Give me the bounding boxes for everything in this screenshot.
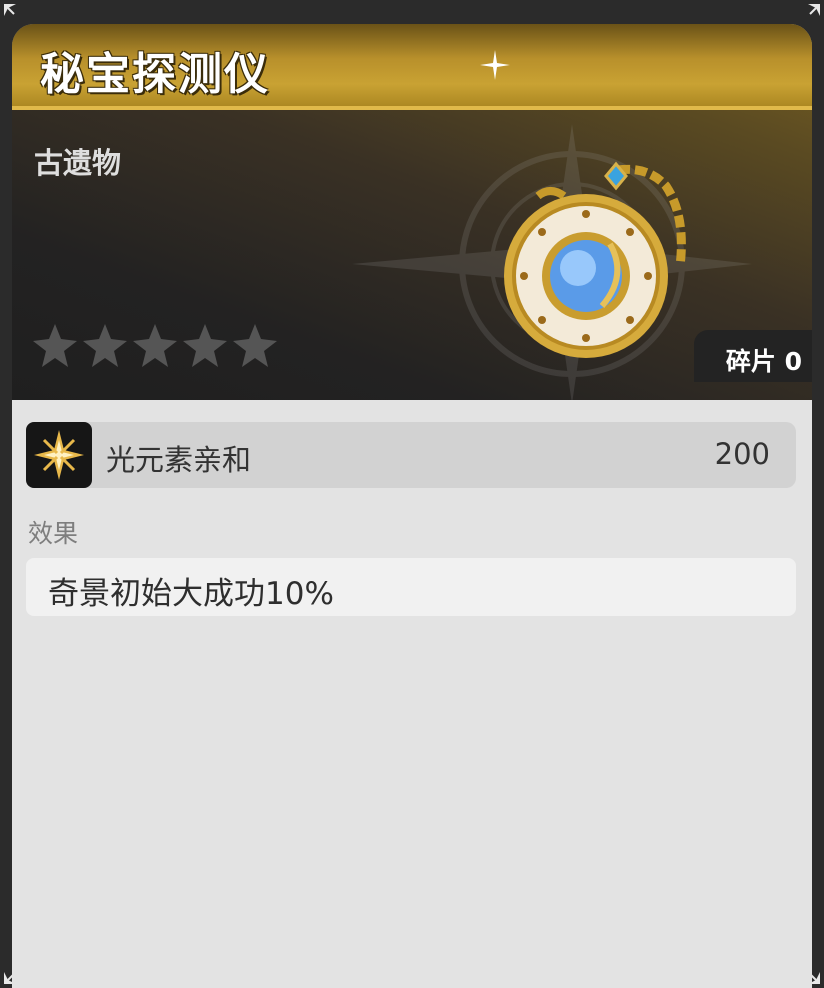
star-empty-icon: [233, 324, 277, 367]
fragment-count: 碎片 0: [725, 347, 802, 376]
attribute-row[interactable]: 光元素亲和 200: [26, 422, 796, 488]
attribute-value: 200: [714, 437, 770, 471]
light-element-icon-frame: [26, 422, 92, 488]
fragment-count-badge: 碎片 0: [694, 330, 812, 382]
pocket-watch-icon: [504, 161, 686, 358]
star-empty-icon: [133, 324, 177, 367]
attribute-label: 光元素亲和: [106, 443, 252, 477]
effect-text: 奇景初始大成功10%: [48, 576, 334, 612]
effect-box: 奇景初始大成功10%: [26, 558, 796, 616]
title-bar: 秘宝探测仪: [12, 24, 812, 110]
light-element-star-icon: [34, 430, 84, 480]
item-name: 秘宝探测仪: [40, 49, 270, 100]
star-rating: [32, 322, 278, 368]
sparkle-icon: [480, 50, 510, 80]
star-empty-icon: [183, 324, 227, 367]
star-empty-icon: [33, 324, 77, 367]
effect-section-label: 效果: [28, 519, 79, 548]
item-header: 秘宝探测仪 古遗物 碎片 0: [12, 24, 812, 400]
item-category: 古遗物: [34, 146, 122, 180]
item-detail-card: 秘宝探测仪 古遗物 碎片 0 光元素亲和 200 效果 奇景初始大成功10%: [12, 24, 812, 988]
star-empty-icon: [83, 324, 127, 367]
